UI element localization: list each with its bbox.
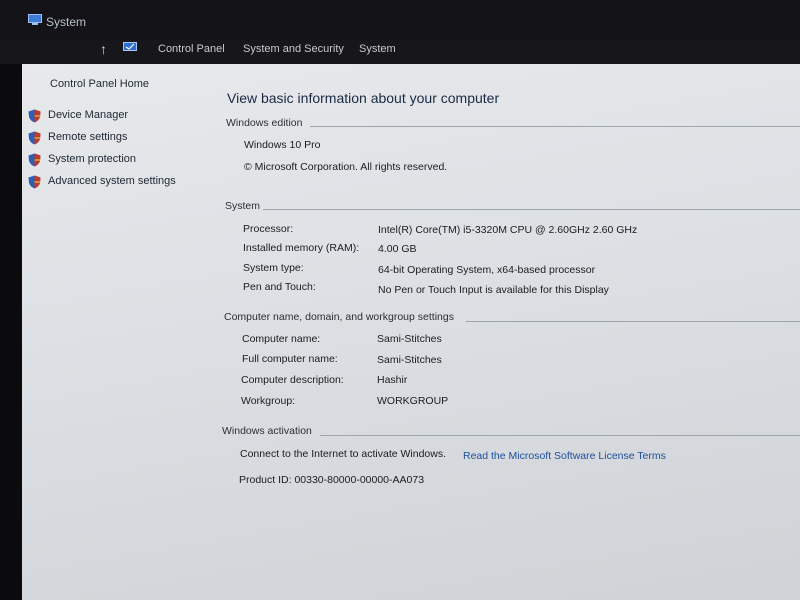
section-divider — [310, 126, 800, 127]
sidebar-item-label: Remote settings — [48, 131, 128, 143]
product-id: Product ID: 00330-80000-00000-AA073 — [239, 474, 425, 486]
pen-touch-label: Pen and Touch: — [243, 281, 316, 293]
full-computer-name-value: Sami-Stitches — [377, 354, 442, 366]
shield-icon — [28, 109, 41, 123]
activation-message: Connect to the Internet to activate Wind… — [240, 448, 447, 460]
sidebar-item-label: Advanced system settings — [48, 175, 176, 187]
up-arrow-icon[interactable]: ↑ — [100, 40, 114, 60]
workgroup-value: WORKGROUP — [377, 395, 449, 407]
breadcrumb-system-and-security[interactable]: System and Security — [243, 43, 344, 55]
computer-name-value: Sami-Stitches — [377, 333, 442, 345]
section-title-computer-name: Computer name, domain, and workgroup set… — [224, 311, 454, 323]
license-terms-link[interactable]: Read the Microsoft Software License Term… — [463, 450, 666, 462]
control-panel-icon — [123, 42, 137, 51]
workgroup-label: Workgroup: — [241, 395, 296, 407]
address-bar[interactable]: ↑ Control Panel System and Security Syst… — [0, 40, 800, 64]
page-title: View basic information about your comput… — [227, 90, 500, 106]
system-type-label: System type: — [243, 262, 304, 274]
shield-icon — [28, 131, 41, 145]
title-bar: System — [0, 0, 800, 40]
system-type-value: 64-bit Operating System, x64-based proce… — [378, 264, 596, 276]
computer-name-label: Computer name: — [242, 333, 321, 345]
sidebar-item-label: System protection — [48, 153, 137, 165]
pen-touch-value: No Pen or Touch Input is available for t… — [378, 284, 609, 296]
processor-value: Intel(R) Core(TM) i5-3320M CPU @ 2.60GHz… — [378, 224, 638, 236]
section-divider — [320, 435, 800, 436]
section-title-windows-activation: Windows activation — [222, 425, 312, 437]
control-panel-home-link[interactable]: Control Panel Home — [50, 78, 149, 90]
memory-label: Installed memory (RAM): — [243, 242, 360, 254]
content-pane — [22, 64, 800, 600]
section-divider — [263, 209, 800, 210]
copyright-text: © Microsoft Corporation. All rights rese… — [244, 161, 448, 173]
section-title-windows-edition: Windows edition — [226, 117, 303, 129]
section-divider — [466, 321, 800, 322]
breadcrumb-control-panel[interactable]: Control Panel — [158, 43, 225, 55]
memory-value: 4.00 GB — [378, 243, 417, 255]
processor-label: Processor: — [243, 223, 294, 235]
shield-icon — [28, 153, 41, 167]
sidebar-item-label: Device Manager — [48, 109, 129, 121]
shield-icon — [28, 175, 41, 189]
computer-description-label: Computer description: — [241, 374, 344, 386]
windows-edition-value: Windows 10 Pro — [244, 139, 321, 151]
section-title-system: System — [225, 200, 261, 212]
computer-description-value: Hashir — [377, 374, 408, 386]
system-monitor-icon — [28, 14, 42, 25]
full-computer-name-label: Full computer name: — [242, 353, 338, 365]
window-title: System — [46, 15, 87, 29]
breadcrumb-system[interactable]: System — [359, 43, 396, 55]
